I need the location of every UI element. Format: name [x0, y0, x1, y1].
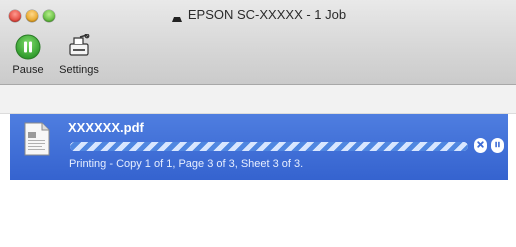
delete-icon — [474, 137, 487, 156]
hold-job-button[interactable] — [491, 137, 504, 156]
window-title: EPSON SC-XXXXX - 1 Job — [187, 7, 347, 22]
window-titlebar-toolbar: EPSON SC-XXXXX - 1 Job Pause Settings — [0, 0, 516, 85]
job-progress-bar — [70, 142, 468, 151]
job-name: XXXXXX.pdf — [68, 120, 144, 135]
document-icon — [24, 122, 50, 156]
printer-icon — [170, 11, 184, 22]
job-progress-fill — [70, 142, 468, 151]
hold-icon — [491, 137, 504, 156]
window-title-area: EPSON SC-XXXXX - 1 Job — [0, 7, 516, 22]
print-queue-window: EPSON SC-XXXXX - 1 Job Pause Settings XX… — [0, 0, 516, 247]
settings-label: Settings — [59, 64, 99, 76]
settings-icon — [66, 32, 92, 63]
job-list-empty-area — [0, 180, 516, 247]
queue-header-area — [0, 85, 516, 114]
pause-label: Pause — [12, 64, 44, 76]
settings-button[interactable]: Settings — [54, 32, 104, 76]
delete-job-button[interactable] — [474, 137, 487, 156]
pause-icon — [15, 34, 41, 63]
job-status: Printing - Copy 1 of 1, Page 3 of 3, She… — [69, 158, 304, 170]
pause-button[interactable]: Pause — [10, 33, 46, 76]
job-row[interactable]: XXXXXX.pdf Printing - Copy 1 of 1, Page — [10, 114, 508, 180]
